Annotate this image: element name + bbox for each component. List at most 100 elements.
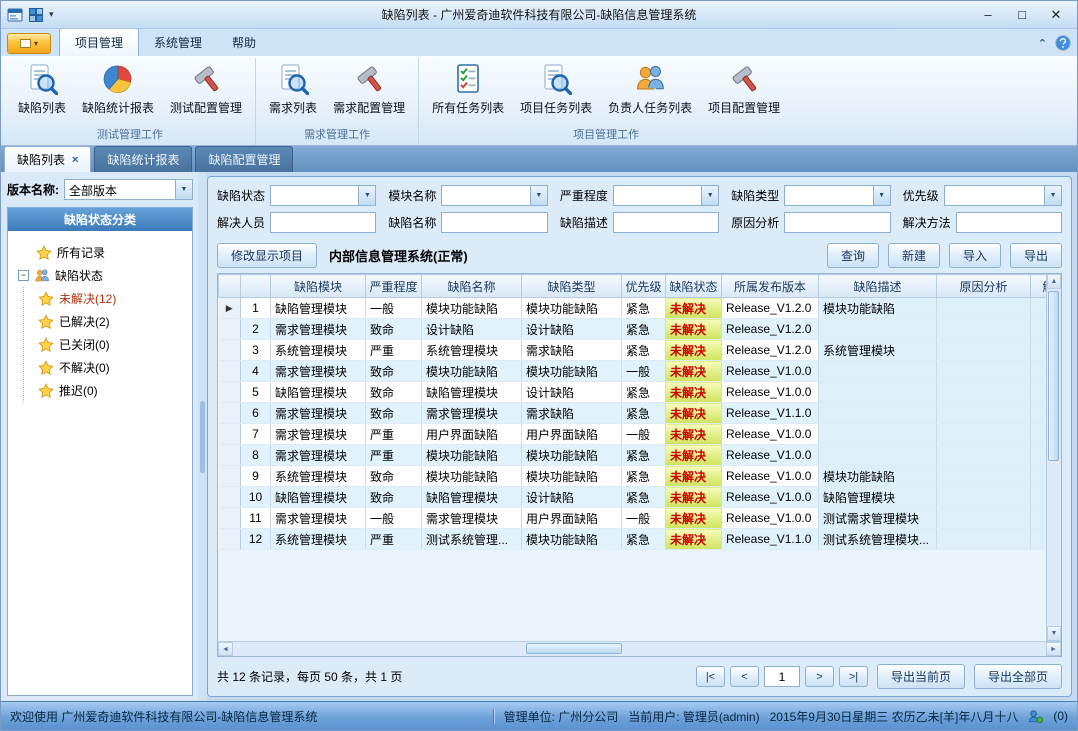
next-page-button[interactable]: > (805, 666, 834, 687)
cell-description[interactable] (819, 319, 937, 340)
cell-description[interactable] (819, 445, 937, 466)
horizontal-scroll-track[interactable] (233, 642, 1046, 656)
import-button[interactable]: 导入 (949, 243, 1001, 268)
grid-header-analysis[interactable]: 原因分析 (937, 275, 1031, 298)
cell-name[interactable]: 模块功能缺陷 (422, 361, 522, 382)
filter-resolver-input[interactable] (270, 212, 376, 233)
doc-tab-defect-stats-report[interactable]: 缺陷统计报表 (94, 146, 192, 172)
cell-module[interactable]: 需求管理模块 (271, 319, 366, 340)
cell-analysis[interactable] (937, 361, 1031, 382)
cell-description[interactable] (819, 361, 937, 382)
table-row[interactable]: 6需求管理模块致命需求管理模块需求缺陷紧急未解决Release_V1.1.0 (219, 403, 1047, 424)
export-all-pages-button[interactable]: 导出全部页 (974, 664, 1062, 689)
cell-status[interactable]: 未解决 (666, 466, 722, 487)
chevron-down-icon[interactable]: ▼ (530, 186, 547, 205)
grid-header-description[interactable]: 缺陷描述 (819, 275, 937, 298)
grid-vertical-scrollbar[interactable]: ▲ ▼ (1046, 274, 1061, 641)
cell-name[interactable]: 系统管理模块 (422, 340, 522, 361)
cell-release[interactable]: Release_V1.0.0 (722, 508, 819, 529)
filter-defect-type-combobox[interactable]: ▼ (784, 185, 890, 206)
ribbon-button-project-tasks[interactable]: 项目任务列表 (513, 58, 599, 118)
app-logo-icon[interactable] (7, 7, 23, 23)
filter-priority-combobox[interactable]: ▼ (944, 185, 1062, 206)
cell-solution[interactable] (1031, 508, 1047, 529)
cell-release[interactable]: Release_V1.0.0 (722, 466, 819, 487)
cell-severity[interactable]: 致命 (366, 466, 422, 487)
table-row[interactable]: 4需求管理模块致命模块功能缺陷模块功能缺陷一般未解决Release_V1.0.0 (219, 361, 1047, 382)
table-row[interactable]: 12系统管理模块严重测试系统管理...模块功能缺陷紧急未解决Release_V1… (219, 529, 1047, 550)
cell-solution[interactable] (1031, 298, 1047, 319)
chevron-down-icon[interactable]: ▼ (701, 186, 718, 205)
cell-description[interactable]: 缺陷管理模块 (819, 487, 937, 508)
grid-header-priority[interactable]: 优先级 (622, 275, 666, 298)
cell-severity[interactable]: 严重 (366, 340, 422, 361)
cell-priority[interactable]: 一般 (622, 508, 666, 529)
cell-type[interactable]: 设计缺陷 (522, 382, 622, 403)
cell-module[interactable]: 缺陷管理模块 (271, 298, 366, 319)
cell-module[interactable]: 需求管理模块 (271, 403, 366, 424)
cell-module[interactable]: 需求管理模块 (271, 361, 366, 382)
table-row[interactable]: 2需求管理模块致命设计缺陷设计缺陷紧急未解决Release_V1.2.0 (219, 319, 1047, 340)
cell-name[interactable]: 用户界面缺陷 (422, 424, 522, 445)
cell-analysis[interactable] (937, 529, 1031, 550)
table-row[interactable]: ▶1缺陷管理模块一般模块功能缺陷模块功能缺陷紧急未解决Release_V1.2.… (219, 298, 1047, 319)
cell-module[interactable]: 需求管理模块 (271, 508, 366, 529)
tree-item-defect-status[interactable]: −缺陷状态 (18, 264, 186, 287)
cell-analysis[interactable] (937, 508, 1031, 529)
cell-severity[interactable]: 致命 (366, 361, 422, 382)
doc-tab-defect-config[interactable]: 缺陷配置管理 (195, 146, 293, 172)
cell-priority[interactable]: 紧急 (622, 466, 666, 487)
cell-status[interactable]: 未解决 (666, 529, 722, 550)
cell-release[interactable]: Release_V1.0.0 (722, 445, 819, 466)
collapse-node-icon[interactable]: − (18, 270, 29, 281)
cell-status[interactable]: 未解决 (666, 382, 722, 403)
cell-severity[interactable]: 致命 (366, 382, 422, 403)
grid-header-release[interactable]: 所属发布版本 (722, 275, 819, 298)
filter-severity-combobox[interactable]: ▼ (613, 185, 719, 206)
cell-release[interactable]: Release_V1.1.0 (722, 529, 819, 550)
grid-header-type[interactable]: 缺陷类型 (522, 275, 622, 298)
cell-type[interactable]: 设计缺陷 (522, 319, 622, 340)
cell-module[interactable]: 缺陷管理模块 (271, 382, 366, 403)
filter-module-name-combobox[interactable]: ▼ (441, 185, 547, 206)
cell-release[interactable]: Release_V1.1.0 (722, 403, 819, 424)
cell-type[interactable]: 需求缺陷 (522, 403, 622, 424)
cell-status[interactable]: 未解决 (666, 340, 722, 361)
prev-page-button[interactable]: < (730, 666, 759, 687)
cell-status[interactable]: 未解决 (666, 361, 722, 382)
grid-header-solution[interactable]: 解决 (1031, 275, 1047, 298)
help-icon[interactable] (1055, 35, 1071, 51)
menu-tab-project-management[interactable]: 项目管理 (59, 28, 139, 56)
cell-analysis[interactable] (937, 424, 1031, 445)
tree-item-resolved[interactable]: 已解决(2) (38, 310, 186, 333)
cell-solution[interactable] (1031, 487, 1047, 508)
cell-severity[interactable]: 严重 (366, 529, 422, 550)
first-page-button[interactable]: |< (696, 666, 725, 687)
menu-tab-help[interactable]: 帮助 (217, 29, 271, 56)
doc-tab-defect-list[interactable]: 缺陷列表× (4, 146, 91, 172)
cell-analysis[interactable] (937, 319, 1031, 340)
layout-icon[interactable] (28, 7, 44, 23)
cell-priority[interactable]: 紧急 (622, 319, 666, 340)
scroll-right-icon[interactable]: ► (1046, 642, 1061, 656)
filter-defect-name-input[interactable] (441, 212, 547, 233)
cell-status[interactable]: 未解决 (666, 403, 722, 424)
cell-status[interactable]: 未解决 (666, 508, 722, 529)
vertical-scroll-track[interactable] (1047, 289, 1061, 626)
cell-solution[interactable] (1031, 466, 1047, 487)
cell-priority[interactable]: 紧急 (622, 298, 666, 319)
cell-description[interactable] (819, 424, 937, 445)
tree-item-all-records[interactable]: 所有记录 (18, 241, 186, 264)
cell-priority[interactable]: 紧急 (622, 403, 666, 424)
tree-item-wontfix[interactable]: 不解决(0) (38, 356, 186, 379)
table-row[interactable]: 5缺陷管理模块致命缺陷管理模块设计缺陷紧急未解决Release_V1.0.0 (219, 382, 1047, 403)
ribbon-button-requirement-config[interactable]: 需求配置管理 (326, 58, 412, 118)
cell-type[interactable]: 模块功能缺陷 (522, 361, 622, 382)
cell-solution[interactable] (1031, 382, 1047, 403)
cell-type[interactable]: 用户界面缺陷 (522, 424, 622, 445)
modify-display-button[interactable]: 修改显示项目 (217, 243, 317, 268)
chevron-down-icon[interactable]: ▼ (1044, 186, 1061, 205)
grid-header-severity[interactable]: 严重程度 (366, 275, 422, 298)
cell-name[interactable]: 需求管理模块 (422, 403, 522, 424)
page-number-input[interactable] (764, 666, 800, 687)
